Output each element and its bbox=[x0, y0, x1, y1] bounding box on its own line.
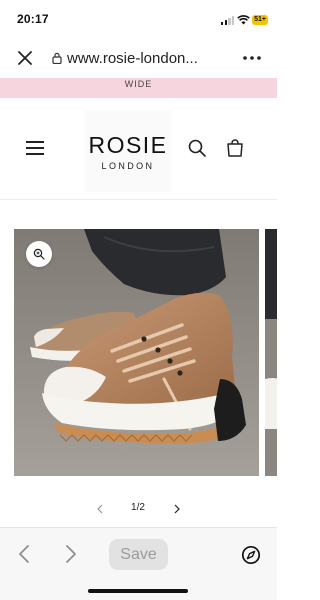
battery-indicator: 51+ bbox=[252, 15, 268, 25]
product-image[interactable] bbox=[14, 229, 259, 476]
zoom-button[interactable] bbox=[26, 241, 52, 267]
url-field[interactable]: www.rosie-london... bbox=[52, 49, 230, 67]
url-text: www.rosie-london... bbox=[67, 49, 198, 67]
forward-icon[interactable] bbox=[65, 544, 77, 564]
pagination-count: 1/2 bbox=[131, 502, 145, 513]
browser-address-bar: www.rosie-london... bbox=[0, 38, 277, 78]
zoom-icon bbox=[33, 248, 45, 260]
close-icon[interactable] bbox=[16, 49, 34, 67]
back-icon[interactable] bbox=[18, 544, 30, 564]
lock-icon bbox=[52, 52, 62, 64]
compass-icon[interactable] bbox=[241, 545, 261, 565]
more-icon[interactable] bbox=[242, 54, 262, 62]
logo-main-text: ROSIE bbox=[88, 132, 168, 158]
announcement-text: WIDE bbox=[124, 79, 153, 89]
search-icon[interactable] bbox=[187, 138, 207, 158]
gallery-pagination: 1/2 bbox=[0, 500, 277, 518]
browser-toolbar: Save bbox=[0, 527, 277, 600]
home-indicator[interactable] bbox=[88, 589, 188, 593]
site-header: ROSIE LONDON bbox=[0, 98, 277, 200]
next-product-image-peek[interactable] bbox=[265, 229, 277, 476]
chevron-left-icon[interactable] bbox=[96, 504, 104, 514]
chevron-right-icon[interactable] bbox=[173, 504, 181, 514]
status-bar: 20:17 51+ bbox=[0, 0, 277, 38]
status-time: 20:17 bbox=[17, 12, 49, 26]
logo-sub-text: LONDON bbox=[101, 161, 155, 171]
hamburger-icon[interactable] bbox=[26, 141, 44, 155]
save-button[interactable]: Save bbox=[109, 539, 168, 570]
wifi-icon bbox=[237, 15, 250, 25]
bag-icon[interactable] bbox=[225, 138, 245, 158]
cellular-signal-icon bbox=[221, 16, 235, 25]
site-logo[interactable]: ROSIE LONDON bbox=[85, 110, 171, 192]
announcement-bar[interactable]: WIDE bbox=[0, 78, 277, 98]
